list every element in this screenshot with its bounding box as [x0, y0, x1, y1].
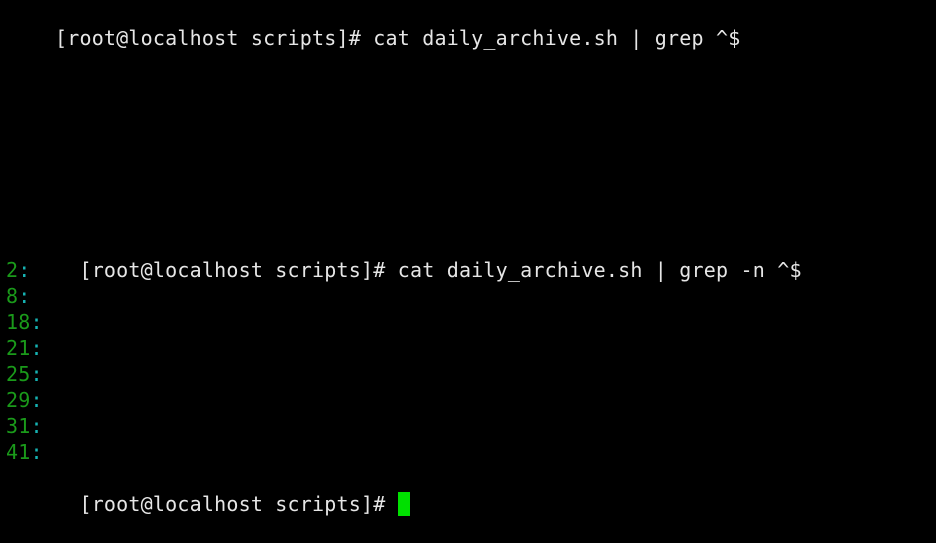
separator: :: [30, 310, 43, 334]
output-line: 18:: [6, 309, 802, 335]
output-line: 8:: [6, 283, 802, 309]
command-block-2: [root@localhost scripts]# cat daily_arch…: [6, 231, 802, 516]
output-line: 29:: [6, 387, 802, 413]
shell-prompt: [root@localhost scripts]#: [79, 258, 398, 282]
command-text: cat daily_archive.sh | grep ^$: [373, 26, 741, 50]
output-line: 25:: [6, 361, 802, 387]
shell-prompt: [root@localhost scripts]#: [54, 26, 374, 50]
line-number: 8: [6, 284, 19, 308]
separator: :: [30, 440, 43, 464]
command-text: cat daily_archive.sh | grep -n ^$: [397, 258, 802, 282]
separator: :: [30, 336, 43, 360]
command-line-1: [root@localhost scripts]# cat daily_arch…: [6, 0, 740, 50]
line-number: 2: [6, 258, 19, 282]
separator: :: [18, 258, 31, 282]
separator: :: [30, 388, 43, 412]
line-number: 21: [6, 336, 31, 360]
output-line: 41:: [6, 439, 802, 465]
separator: :: [18, 284, 31, 308]
shell-prompt: [root@localhost scripts]#: [79, 492, 398, 516]
line-number: 29: [6, 388, 31, 412]
line-number: 18: [6, 310, 31, 334]
separator: :: [30, 362, 43, 386]
separator: :: [30, 414, 43, 438]
text-cursor[interactable]: [397, 492, 410, 516]
terminal-window[interactable]: [root@localhost scripts]# cat daily_arch…: [0, 0, 936, 516]
line-number: 31: [6, 414, 31, 438]
active-prompt-line[interactable]: [root@localhost scripts]#: [6, 465, 802, 516]
command-line-2: [root@localhost scripts]# cat daily_arch…: [6, 231, 802, 282]
output-line: 31:: [6, 413, 802, 439]
line-number: 41: [6, 440, 31, 464]
line-number: 25: [6, 362, 31, 386]
output-line: 21:: [6, 335, 802, 361]
